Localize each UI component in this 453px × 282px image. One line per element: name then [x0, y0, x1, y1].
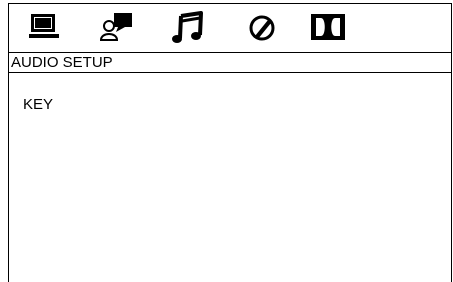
preference-dial-icon[interactable]	[242, 10, 282, 46]
section-title: AUDIO SETUP	[9, 52, 451, 73]
setup-menu-frame: AUDIO SETUP KEY	[8, 3, 452, 282]
speaker-setup-icon[interactable]	[97, 10, 137, 46]
music-note-icon[interactable]	[171, 10, 211, 46]
menu-item-key[interactable]: KEY	[23, 96, 53, 114]
dolby-icon[interactable]	[308, 10, 348, 46]
setup-tab-bar	[9, 4, 451, 52]
monitor-icon[interactable]	[25, 10, 65, 46]
